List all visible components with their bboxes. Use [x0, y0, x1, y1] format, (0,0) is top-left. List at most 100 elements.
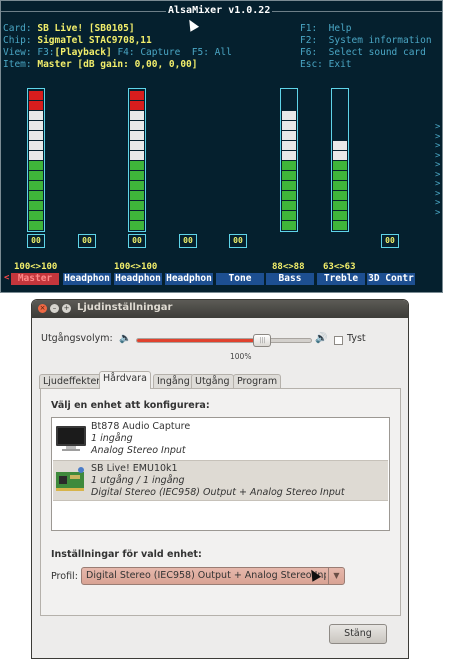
help-text: Exit [328, 59, 352, 70]
volume-segment [130, 91, 144, 100]
device-item-sb-live[interactable]: SB Live! EMU10k1 1 utgång / 1 ingång Dig… [53, 460, 388, 501]
volume-slider-fill [137, 339, 263, 342]
view-playback[interactable]: [Playback] [55, 47, 112, 58]
device-list[interactable]: Bt878 Audio Capture 1 ingång Analog Ster… [51, 417, 390, 531]
volume-segment [29, 141, 43, 150]
help-f6[interactable]: F6: Select sound card [300, 47, 426, 59]
tone-value-box: 00 [229, 234, 247, 248]
help-f1[interactable]: F1: Help [300, 23, 352, 35]
help-key: F1: [300, 23, 318, 34]
volume-segment [282, 221, 296, 230]
volume-segment [130, 201, 144, 210]
view-f3-key: F3: [37, 47, 55, 58]
scroll-right-arrows-icon: > > > > > > > > > > [435, 122, 440, 218]
close-window-icon[interactable]: × [38, 304, 47, 313]
volume-bar-master[interactable] [27, 88, 45, 232]
output-volume-slider[interactable]: ||| [136, 334, 312, 347]
tab-sound-effects[interactable]: Ljudeffekter [39, 374, 105, 389]
channel-label-bass[interactable]: Bass [266, 273, 314, 285]
speaker-high-icon: 🔊 [315, 333, 328, 344]
speaker-low-icon: 🔈 [119, 333, 132, 344]
volume-segment [29, 111, 43, 120]
volume-slider-thumb[interactable]: ||| [253, 334, 272, 347]
volume-segment [130, 121, 144, 130]
help-f2[interactable]: F2: System information [300, 35, 432, 47]
headphone2-value-box: 00 [128, 234, 146, 248]
alsamixer-terminal: AlsaMixer v1.0.22 Card: SB Live! [SB0105… [0, 0, 443, 293]
hardware-panel: Välj en enhet att konfigurera: Bt878 Aud… [40, 388, 401, 616]
device-profile: Digital Stereo (IEC958) Output + Analog … [91, 487, 345, 498]
device-ports: 1 utgång / 1 ingång [91, 475, 185, 486]
profile-combobox[interactable]: Digital Stereo (IEC958) Output + Analog … [81, 567, 345, 585]
volume-segment [29, 221, 43, 230]
3d-value-box: 00 [381, 234, 399, 248]
chip-key: Chip: [3, 35, 32, 46]
dialog-titlebar[interactable]: × – + Ljudinställningar [32, 300, 408, 318]
help-text: System information [328, 35, 432, 46]
channel-label-3d-control[interactable]: 3D Contr [367, 273, 415, 285]
volume-segment [130, 191, 144, 200]
mute-checkbox[interactable] [334, 336, 343, 345]
mute-label[interactable]: Tyst [347, 333, 366, 344]
volume-segment [130, 221, 144, 230]
channel-label-headphone-1[interactable]: Headphon [63, 273, 111, 285]
channel-label-headphone-3[interactable]: Headphon [165, 273, 213, 285]
device-profile: Analog Stereo Input [91, 445, 186, 456]
volume-segment [333, 181, 347, 190]
volume-bar-headphon[interactable] [128, 88, 146, 232]
device-name: Bt878 Audio Capture [91, 421, 191, 432]
bass-percent: 88<>88 [272, 262, 305, 272]
view-other-modes[interactable]: F4: Capture F5: All [117, 47, 231, 58]
terminal-title: AlsaMixer v1.0.22 [166, 5, 273, 16]
close-button[interactable]: Stäng [329, 624, 387, 644]
choose-device-heading: Välj en enhet att konfigurera: [51, 400, 210, 411]
channel-label-master[interactable]: Master [11, 273, 59, 285]
headphone3-value-box: 00 [179, 234, 197, 248]
tab-hardware[interactable]: Hårdvara [99, 371, 151, 389]
help-text: Help [328, 23, 352, 34]
headphone1-value-box: 00 [78, 234, 96, 248]
volume-segment [282, 131, 296, 140]
volume-segment [130, 211, 144, 220]
volume-segment [282, 141, 296, 150]
channel-label-headphone-2[interactable]: Headphon [114, 273, 162, 285]
channel-label-tone[interactable]: Tone [216, 273, 264, 285]
tab-applications[interactable]: Program [233, 374, 282, 389]
master-value-box: 00 [27, 234, 45, 248]
volume-segment [29, 131, 43, 140]
chip-value: SigmaTel STAC9708,11 [37, 35, 152, 46]
help-esc[interactable]: Esc: Exit [300, 59, 352, 71]
volume-segment [130, 101, 144, 110]
volume-segment [130, 141, 144, 150]
volume-segment [29, 171, 43, 180]
device-name: SB Live! EMU10k1 [91, 463, 178, 474]
volume-segment [130, 171, 144, 180]
headphone-percent: 100<>100 [114, 262, 158, 272]
volume-bar-treble[interactable] [331, 88, 349, 232]
volume-segment [333, 151, 347, 160]
volume-segment [333, 171, 347, 180]
channel-label-treble[interactable]: Treble [317, 273, 365, 285]
volume-segment [130, 161, 144, 170]
profile-label: Profil: [51, 571, 78, 582]
card-line: Card: SB Live! [SB0105] [3, 23, 135, 35]
volume-segment [282, 191, 296, 200]
device-item-bt878[interactable]: Bt878 Audio Capture 1 ingång Analog Ster… [53, 419, 388, 460]
help-key: F2: [300, 35, 318, 46]
volume-segment [333, 161, 347, 170]
volume-segment [333, 201, 347, 210]
minimize-window-icon[interactable]: – [50, 304, 59, 313]
help-key: F6: [300, 47, 318, 58]
view-key: View: [3, 47, 32, 58]
terminal-title-rule: AlsaMixer v1.0.22 [1, 5, 442, 23]
volume-segment [282, 171, 296, 180]
output-volume-row: Utgångsvolym: 🔈 ||| 🔊 Tyst [41, 333, 401, 349]
tab-output[interactable]: Utgång [191, 374, 234, 389]
chevron-down-icon[interactable]: ▼ [328, 568, 344, 584]
tab-input[interactable]: Ingång [153, 374, 194, 389]
item-key: Item: [3, 59, 32, 70]
volume-bar-bass[interactable] [280, 88, 298, 232]
volume-segment [130, 131, 144, 140]
maximize-window-icon[interactable]: + [62, 304, 71, 313]
volume-segment [333, 141, 347, 150]
